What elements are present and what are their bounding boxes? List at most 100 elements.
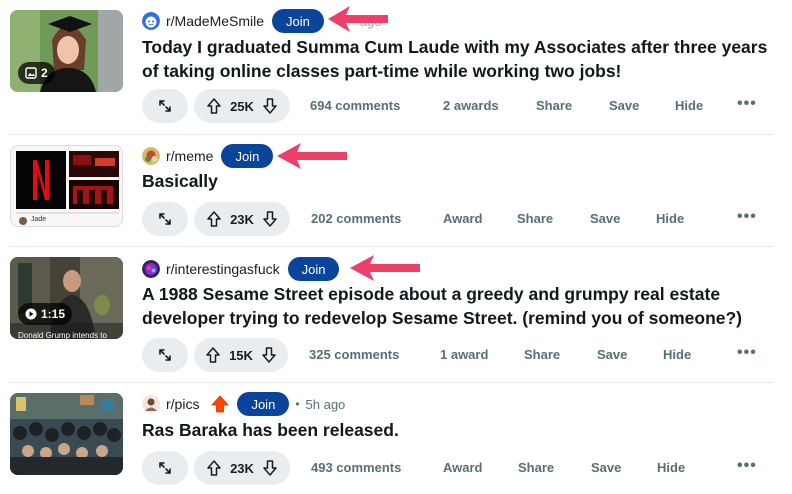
post-title-line: developer trying to redevelop Sesame Str… xyxy=(142,308,743,328)
subreddit-icon[interactable] xyxy=(142,395,160,413)
share-button[interactable]: Share xyxy=(524,338,560,372)
post-thumbnail[interactable]: Jade xyxy=(10,145,123,227)
more-options-button[interactable]: ••• xyxy=(737,89,757,123)
thumbnail-caption: Jade xyxy=(31,216,47,223)
vote-control: 15K xyxy=(194,338,288,372)
post-thumbnail[interactable] xyxy=(10,393,123,475)
post-card[interactable]: r/pics Join • 5h ago Ras Baraka has been… xyxy=(0,383,774,494)
expand-button[interactable] xyxy=(142,338,188,372)
share-button[interactable]: Share xyxy=(517,202,553,236)
gallery-icon xyxy=(25,67,37,79)
award-button[interactable]: 1 award xyxy=(440,338,488,372)
join-button[interactable]: Join xyxy=(272,9,324,33)
hide-button[interactable]: Hide xyxy=(657,451,685,485)
play-icon xyxy=(25,308,37,320)
meme-image xyxy=(11,146,122,226)
vote-count: 23K xyxy=(230,460,254,476)
crowd-photo xyxy=(10,393,123,475)
post-card[interactable]: 1:15 Donald Grump intends to r/interesti… xyxy=(0,247,774,383)
vote-control: 25K xyxy=(194,89,290,123)
post-thumbnail[interactable]: 2 xyxy=(10,10,123,92)
post-title-line: A 1988 Sesame Street episode about a gre… xyxy=(142,284,721,304)
comments-button[interactable]: 202 comments xyxy=(311,202,401,236)
expand-button[interactable] xyxy=(142,202,188,236)
post-title[interactable]: Today I graduated Summa Cum Laude with m… xyxy=(142,35,772,83)
vote-control: 23K xyxy=(194,202,290,236)
post-thumbnail[interactable]: 1:15 Donald Grump intends to xyxy=(10,257,123,339)
post-card[interactable]: Jade r/meme Join Basically 23K 202 comme… xyxy=(0,135,774,247)
save-button[interactable]: Save xyxy=(590,202,620,236)
upvote-icon[interactable] xyxy=(205,346,221,364)
thumbnail-caption: Donald Grump intends to xyxy=(18,331,107,339)
hide-button[interactable]: Hide xyxy=(656,202,684,236)
post-title-line: of taking online classes part-time while… xyxy=(142,61,622,81)
post-actions: 23K 493 comments Award Share Save Hide •… xyxy=(142,451,772,485)
post-title-line: Today I graduated Summa Cum Laude with m… xyxy=(142,37,768,57)
expand-icon xyxy=(159,349,171,361)
save-button[interactable]: Save xyxy=(591,451,621,485)
downvote-icon[interactable] xyxy=(262,97,278,115)
post-age: 5h ago xyxy=(305,396,346,412)
more-options-button[interactable]: ••• xyxy=(737,451,757,485)
expand-icon xyxy=(159,462,171,474)
post-actions: 25K 694 comments 2 awards Share Save Hid… xyxy=(142,89,772,123)
more-options-button[interactable]: ••• xyxy=(737,338,757,372)
comments-button[interactable]: 694 comments xyxy=(310,89,400,123)
more-options-button[interactable]: ••• xyxy=(737,202,757,236)
expand-icon xyxy=(159,100,171,112)
hide-button[interactable]: Hide xyxy=(675,89,703,123)
vote-count: 23K xyxy=(230,211,254,227)
subreddit-icon[interactable] xyxy=(142,260,160,278)
gallery-count-badge: 2 xyxy=(18,62,55,84)
award-button[interactable]: Award xyxy=(443,202,483,236)
post-title[interactable]: Ras Baraka has been released. xyxy=(142,418,772,442)
downvote-icon[interactable] xyxy=(262,459,278,477)
subreddit-name[interactable]: r/pics xyxy=(166,396,199,412)
save-button[interactable]: Save xyxy=(597,338,627,372)
expand-icon xyxy=(159,213,171,225)
join-button[interactable]: Join xyxy=(237,392,290,416)
comments-button[interactable]: 325 comments xyxy=(309,338,399,372)
comments-button[interactable]: 493 comments xyxy=(311,451,401,485)
post-meta: r/interestingasfuck Join xyxy=(142,257,340,281)
hide-button[interactable]: Hide xyxy=(663,338,691,372)
video-duration-badge: 1:15 xyxy=(18,303,73,325)
post-title-line: Basically xyxy=(142,171,218,191)
downvote-icon[interactable] xyxy=(262,210,278,228)
join-button[interactable]: Join xyxy=(221,144,274,168)
annotation-arrow-icon xyxy=(328,6,388,32)
post-card[interactable]: 2 r/MadeMeSmile Join ago Today I graduat… xyxy=(0,0,774,134)
upvote-icon[interactable] xyxy=(206,210,222,228)
join-button[interactable]: Join xyxy=(287,257,340,281)
upvote-icon[interactable] xyxy=(206,459,222,477)
post-title[interactable]: Basically xyxy=(142,169,772,193)
vote-count: 25K xyxy=(230,98,254,114)
share-button[interactable]: Share xyxy=(518,451,554,485)
post-actions: 23K 202 comments Award Share Save Hide •… xyxy=(142,202,772,236)
upvote-icon[interactable] xyxy=(206,97,222,115)
video-duration: 1:15 xyxy=(41,307,66,321)
gallery-count: 2 xyxy=(41,66,48,80)
meta-separator: • xyxy=(295,397,300,411)
expand-button[interactable] xyxy=(142,451,188,485)
expand-button[interactable] xyxy=(142,89,188,123)
award-button[interactable]: 2 awards xyxy=(443,89,499,123)
video-still xyxy=(10,257,123,339)
popular-upvote-icon xyxy=(211,395,230,413)
subreddit-name[interactable]: r/MadeMeSmile xyxy=(166,13,264,29)
save-button[interactable]: Save xyxy=(609,89,639,123)
post-title[interactable]: A 1988 Sesame Street episode about a gre… xyxy=(142,282,772,330)
award-button[interactable]: Award xyxy=(443,451,483,485)
vote-count: 15K xyxy=(229,347,253,363)
annotation-arrow-icon xyxy=(350,255,420,281)
share-button[interactable]: Share xyxy=(536,89,572,123)
subreddit-icon[interactable] xyxy=(142,12,160,30)
downvote-icon[interactable] xyxy=(261,346,277,364)
subreddit-name[interactable]: r/meme xyxy=(166,148,213,164)
post-meta: r/meme Join xyxy=(142,144,274,168)
annotation-arrow-icon xyxy=(277,143,347,169)
subreddit-name[interactable]: r/interestingasfuck xyxy=(166,261,280,277)
post-title-line: Ras Baraka has been released. xyxy=(142,420,399,440)
subreddit-icon[interactable] xyxy=(142,147,160,165)
post-actions: 15K 325 comments 1 award Share Save Hide… xyxy=(142,338,772,372)
